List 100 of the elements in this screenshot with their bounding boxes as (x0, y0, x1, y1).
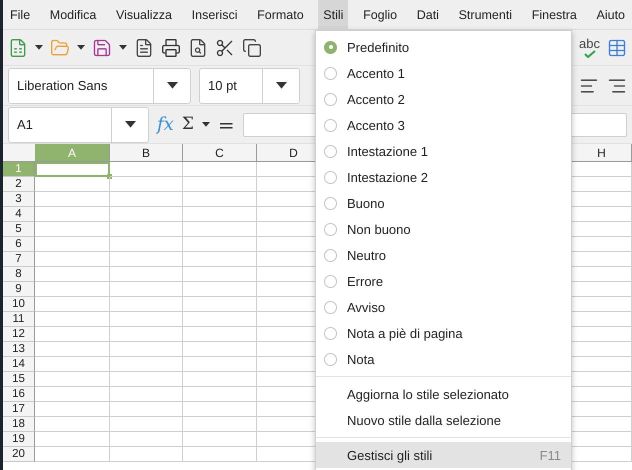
selected-cell[interactable] (35, 162, 110, 177)
menu-item[interactable]: Nota a piè di pagina (316, 320, 571, 346)
dropdown-caret-icon[interactable] (124, 121, 136, 128)
table-cell[interactable] (183, 282, 257, 297)
table-cell[interactable] (35, 432, 110, 447)
row-header[interactable]: 14 (3, 357, 35, 372)
table-cell[interactable] (35, 297, 110, 312)
folder-icon[interactable] (50, 38, 70, 58)
menu-title[interactable]: Aiuto (592, 0, 630, 29)
print-icon[interactable] (161, 38, 181, 58)
table-cell[interactable] (110, 237, 183, 252)
radio-button[interactable] (324, 40, 337, 54)
table-cell[interactable] (110, 252, 183, 267)
menu-item[interactable]: Avviso (316, 294, 571, 320)
pdf-icon[interactable] (134, 38, 154, 58)
table-cell[interactable] (110, 177, 183, 192)
menu-title[interactable]: Modifica (44, 0, 102, 29)
table-cell[interactable] (35, 252, 110, 267)
table-cell[interactable] (183, 252, 257, 267)
table-cell[interactable] (35, 447, 110, 462)
table-cell[interactable] (110, 357, 183, 372)
table-cell[interactable] (110, 402, 183, 417)
row-header[interactable]: 3 (3, 192, 35, 207)
row-header[interactable]: 2 (3, 177, 35, 192)
column-header[interactable]: H (572, 144, 632, 162)
menu-title[interactable]: Visualizza (110, 0, 178, 29)
menu-item[interactable]: Accento 1 (316, 60, 571, 86)
radio-button[interactable] (324, 170, 337, 184)
row-header[interactable]: 17 (3, 402, 35, 417)
dropdown-caret-icon[interactable] (276, 82, 286, 89)
table-cell[interactable] (183, 207, 257, 222)
radio-button[interactable] (324, 222, 337, 236)
table-cell[interactable] (110, 162, 183, 177)
row-header[interactable]: 15 (3, 372, 35, 387)
table-cell[interactable] (183, 372, 257, 387)
font-name-field[interactable]: Liberation Sans (8, 68, 191, 104)
table-cell[interactable] (183, 162, 257, 177)
table-cell[interactable] (35, 207, 110, 222)
caret-icon[interactable] (202, 122, 210, 127)
save-icon[interactable] (92, 38, 112, 58)
menu-item[interactable]: Nuovo stile dalla selezione (316, 407, 571, 433)
row-header[interactable]: 9 (3, 282, 35, 297)
row-header[interactable]: 18 (3, 417, 35, 432)
spreadsheet-icon[interactable] (8, 38, 28, 58)
row-header[interactable]: 7 (3, 252, 35, 267)
menu-title[interactable]: Foglio (358, 0, 402, 29)
table-cell[interactable] (183, 432, 257, 447)
menu-item[interactable]: Accento 2 (316, 86, 571, 112)
row-header[interactable]: 5 (3, 222, 35, 237)
menu-item[interactable]: Neutro (316, 242, 571, 268)
font-size-field[interactable]: 10 pt (199, 68, 300, 104)
radio-button[interactable] (324, 352, 337, 366)
table-cell[interactable] (110, 222, 183, 237)
radio-button[interactable] (324, 248, 337, 262)
table-cell[interactable] (183, 192, 257, 207)
table-cell[interactable] (35, 357, 110, 372)
menu-item[interactable]: Errore (316, 268, 571, 294)
row-header[interactable]: 10 (3, 297, 35, 312)
sum-button[interactable]: Σ (182, 116, 194, 133)
table-cell[interactable] (110, 342, 183, 357)
radio-button[interactable] (324, 144, 337, 158)
table-cell[interactable] (183, 267, 257, 282)
table-cell[interactable] (110, 327, 183, 342)
menu-item[interactable]: Intestazione 2 (316, 164, 571, 190)
menu-item[interactable]: Buono (316, 190, 571, 216)
caret-icon[interactable] (119, 45, 127, 50)
row-header[interactable]: 16 (3, 387, 35, 402)
table-cell[interactable] (110, 417, 183, 432)
menu-item[interactable]: Gestisci gli stili F11 (316, 442, 571, 468)
table-cell[interactable] (35, 327, 110, 342)
menu-item[interactable]: Non buono (316, 216, 571, 242)
table-cell[interactable] (183, 327, 257, 342)
table-cell[interactable] (35, 417, 110, 432)
table-cell[interactable] (110, 192, 183, 207)
table-cell[interactable] (110, 297, 183, 312)
table-cell[interactable] (183, 222, 257, 237)
table-cell[interactable] (183, 387, 257, 402)
table-cell[interactable] (183, 342, 257, 357)
dropdown-caret-icon[interactable] (166, 82, 178, 89)
radio-button[interactable] (324, 118, 337, 132)
menu-item[interactable]: Predefinito (316, 34, 571, 60)
row-header[interactable]: 13 (3, 342, 35, 357)
menu-title[interactable]: Formato (252, 0, 309, 29)
table-cell[interactable] (35, 222, 110, 237)
table-cell[interactable] (110, 282, 183, 297)
menu-title[interactable]: Finestra (526, 0, 582, 29)
row-header[interactable]: 6 (3, 237, 35, 252)
table-cell[interactable] (183, 357, 257, 372)
menu-item[interactable]: Aggiorna lo stile selezionato (316, 381, 571, 407)
preview-icon[interactable] (188, 38, 208, 58)
table-cell[interactable] (110, 207, 183, 222)
menu-item[interactable]: Nota (316, 346, 571, 372)
table-cell[interactable] (35, 282, 110, 297)
table-icon[interactable] (607, 38, 627, 58)
menu-title[interactable]: Inserisci (186, 0, 242, 29)
table-cell[interactable] (110, 447, 183, 462)
name-box[interactable]: A1 (8, 106, 149, 142)
table-cell[interactable] (35, 342, 110, 357)
row-header[interactable]: 12 (3, 327, 35, 342)
row-header[interactable]: 20 (3, 447, 35, 462)
